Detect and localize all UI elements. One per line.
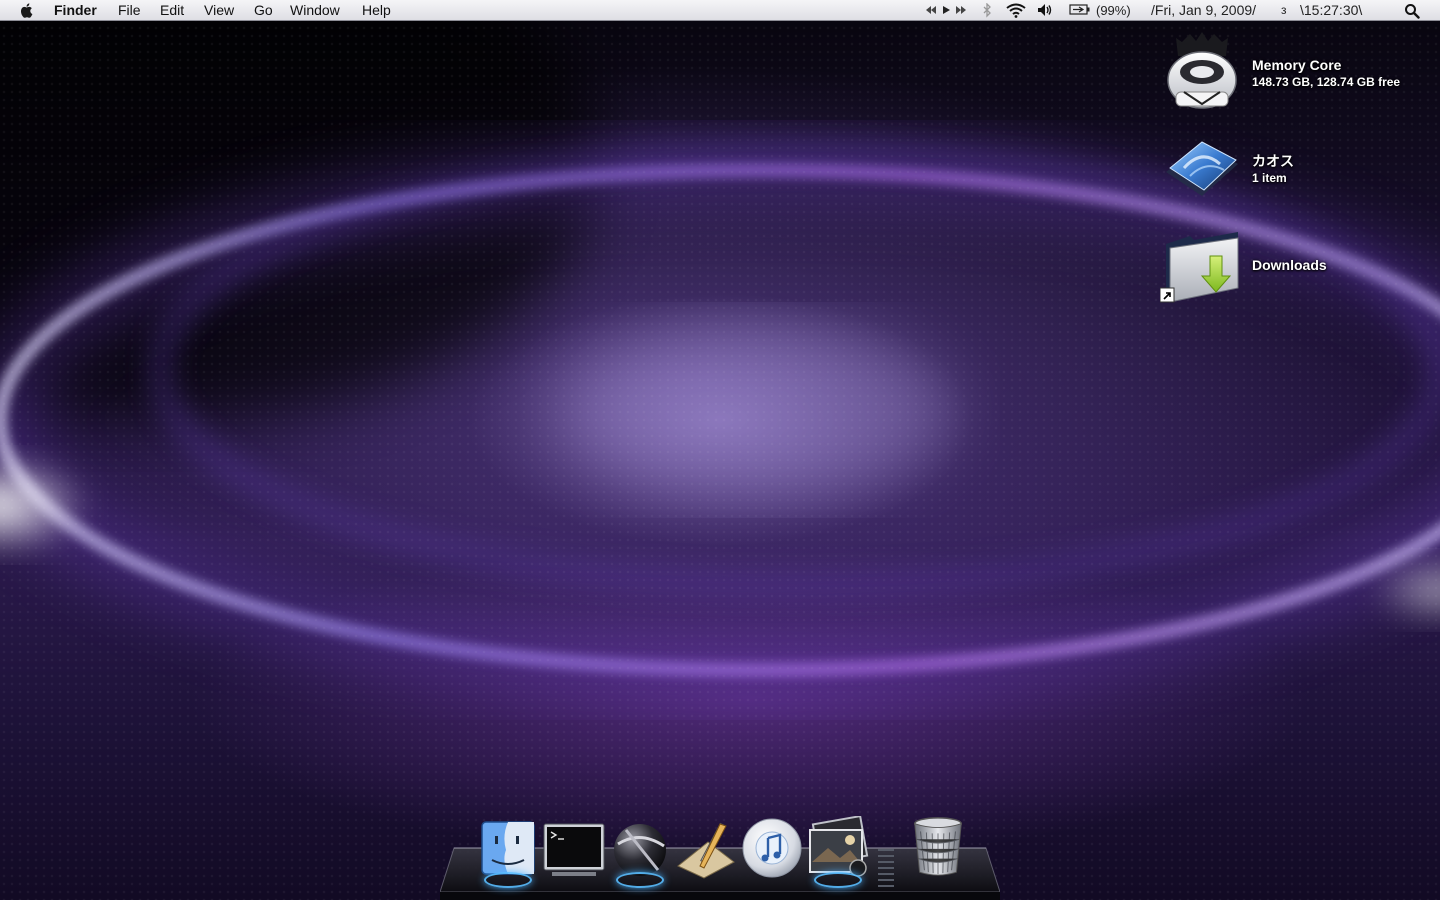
- spotlight-icon[interactable]: [1404, 3, 1420, 19]
- menu-go[interactable]: Go: [254, 2, 273, 19]
- clock-display[interactable]: \15:27:30\: [1300, 2, 1362, 19]
- rewind-icon[interactable]: [925, 3, 937, 17]
- menu-edit[interactable]: Edit: [160, 2, 184, 19]
- apple-icon[interactable]: [19, 2, 35, 19]
- battery-percentage: (99%): [1096, 3, 1131, 18]
- running-indicator: [616, 872, 664, 888]
- hard-drive-icon: [1167, 32, 1237, 109]
- running-indicator: [484, 872, 532, 888]
- date-display[interactable]: /Fri, Jan 9, 2009/: [1151, 2, 1256, 19]
- trash-icon[interactable]: [906, 814, 970, 878]
- volume-icon[interactable]: [1037, 3, 1053, 17]
- menu-help[interactable]: Help: [362, 2, 391, 19]
- running-indicator: [814, 872, 862, 888]
- battery-icon[interactable]: [1069, 3, 1091, 16]
- desktop-item-memory-core[interactable]: Memory Core 148.73 GB, 128.74 GB free: [1160, 30, 1430, 116]
- desktop-item-info: 148.73 GB, 128.74 GB free: [1252, 75, 1401, 89]
- bluetooth-icon[interactable]: [982, 3, 992, 18]
- menu-finder[interactable]: Finder: [54, 2, 97, 19]
- document-icon: [1166, 141, 1238, 196]
- photos-icon[interactable]: [806, 816, 870, 880]
- downloads-folder-icon: [1160, 232, 1239, 303]
- desktop-item-chaos[interactable]: カオス 1 item: [1160, 132, 1430, 208]
- itunes-icon[interactable]: [740, 816, 804, 880]
- desktop-item-name: カオス: [1252, 153, 1294, 169]
- fast-forward-icon[interactable]: [955, 3, 967, 17]
- desktop-item-name: Memory Core: [1252, 57, 1342, 73]
- menu-file[interactable]: File: [118, 2, 141, 19]
- finder-icon[interactable]: [476, 816, 540, 880]
- wifi-icon[interactable]: [1006, 3, 1026, 18]
- editor-icon[interactable]: [674, 816, 738, 880]
- desktop-item-downloads[interactable]: Downloads: [1160, 226, 1430, 310]
- menu-bar: Finder File Edit View Go Window Help (99…: [0, 0, 1440, 21]
- network-globe-icon[interactable]: [608, 816, 672, 880]
- desktop-item-info: 1 item: [1252, 171, 1287, 185]
- menu-view[interactable]: View: [204, 2, 234, 19]
- dock-separator: [878, 849, 894, 887]
- desktop-item-name: Downloads: [1252, 257, 1327, 273]
- terminal-icon[interactable]: [542, 816, 606, 880]
- menubar-extra-glyph[interactable]: з: [1281, 2, 1287, 19]
- play-icon[interactable]: [941, 3, 951, 17]
- menu-window[interactable]: Window: [290, 2, 340, 19]
